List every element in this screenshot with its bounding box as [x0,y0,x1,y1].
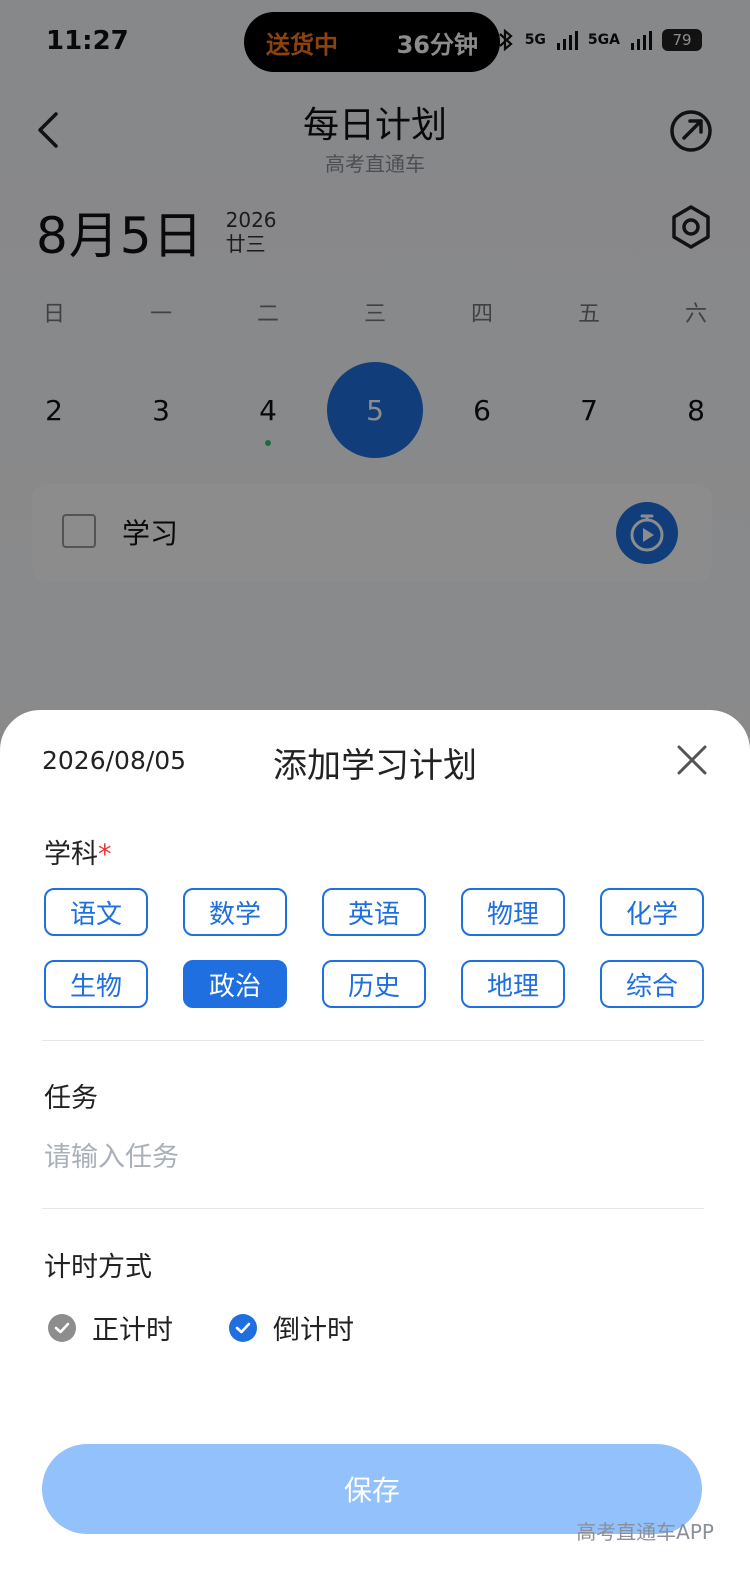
required-mark: * [98,839,112,870]
subject-chip[interactable]: 语文 [44,888,148,936]
check-icon [48,1313,76,1342]
countdown-option[interactable]: 倒计时 [229,1308,354,1347]
subject-chip[interactable]: 生物 [44,960,148,1008]
count-up-option[interactable]: 正计时 [48,1308,173,1347]
subject-chip[interactable]: 地理 [461,960,565,1008]
subject-chip[interactable]: 综合 [600,960,704,1008]
subject-chips: 语文 数学 英语 物理 化学 生物 政治 历史 地理 综合 [44,888,704,1008]
timing-options: 正计时 倒计时 [48,1308,410,1347]
add-plan-sheet: 2026/08/05 添加学习计划 学科* 语文 数学 英语 物理 化学 生物 … [0,710,750,1584]
watermark: 高考直通车APP [576,1520,714,1544]
subject-chip[interactable]: 英语 [322,888,426,936]
check-icon [229,1313,257,1342]
sheet-title: 添加学习计划 [273,746,477,786]
divider [42,1040,704,1041]
subject-chip[interactable]: 化学 [600,888,704,936]
timing-section-label: 计时方式 [44,1252,152,1283]
subject-label-text: 学科 [44,839,98,870]
task-section-label: 任务 [44,1083,98,1114]
subject-chip[interactable]: 历史 [322,960,426,1008]
subject-chip-selected[interactable]: 政治 [183,960,287,1008]
close-icon[interactable] [674,742,710,778]
count-up-label: 正计时 [92,1315,173,1346]
subject-chip[interactable]: 数学 [183,888,287,936]
divider [42,1208,704,1209]
countdown-label: 倒计时 [273,1315,354,1346]
subject-label: 学科* [44,832,112,871]
task-input[interactable] [44,1135,704,1179]
subject-chip[interactable]: 物理 [461,888,565,936]
